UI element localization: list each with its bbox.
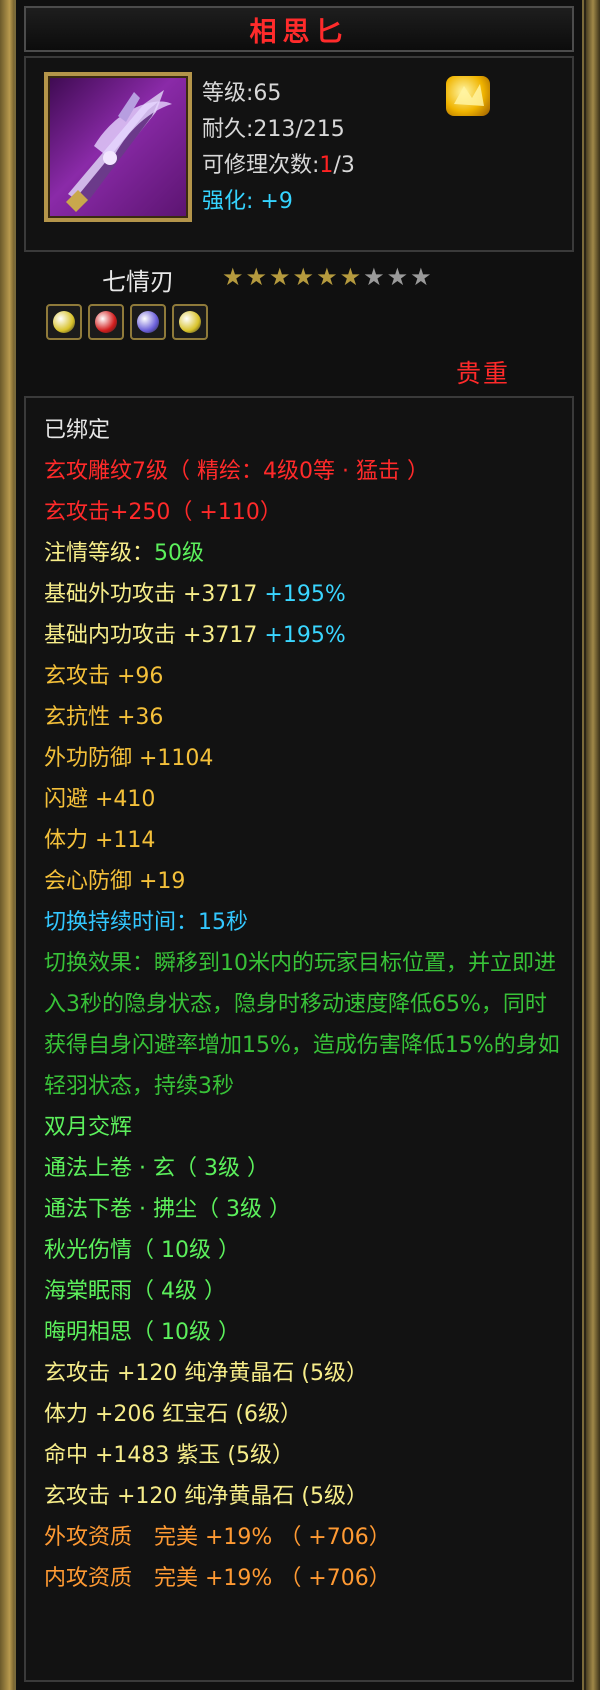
item-type-name: 七情刃 [102,268,174,296]
gem-stat: 玄攻击 +120 纯净黄晶石 (5级） [44,1484,368,1509]
base-outer-pct: +195% [264,582,346,607]
tooltip-title-bar: 相思匕 [24,6,574,52]
switch-effect: 切换效果：瞬移到10米内的玩家目标位置，并立即进入3秒的隐身状态，隐身时移动速度… [44,951,560,1099]
engrave-line: 玄攻雕纹7级（ 精绘：4级0等 · 猛击 ） [44,459,429,484]
star-filled-icon: ★ [245,263,268,291]
star-empty-icon: ★ [386,263,409,291]
repair-label: 可修理次数: [202,153,320,178]
item-header: 等级:65 耐久:213/215 可修理次数:1/3 强化: +9 [24,56,574,252]
quality-list: 外攻资质 完美 +19% （ +706） 内攻资质 完美 +19% （ +706） [44,1517,564,1599]
yellow-gem-icon[interactable] [46,304,82,340]
star-filled-icon: ★ [316,263,338,291]
set-name: 双月交辉 [44,1115,133,1140]
gem-stat: 命中 +1483 紫玉 (5级） [44,1443,294,1468]
repair-total: /3 [333,153,355,178]
stat-xuan-resist: 玄抗性 +36 [44,705,164,730]
star-filled-icon: ★ [269,263,291,291]
gem-slots [46,304,208,340]
switch-duration: 切换持续时间：15秒 [44,910,248,935]
weapon-icon [44,72,192,222]
set-item: 海棠眠雨（ 4级 ） [44,1279,226,1304]
star-rating: ★ ★ ★ ★ ★ ★ ★ ★ ★ [222,264,432,290]
star-empty-icon: ★ [363,263,385,291]
gem-stat: 玄攻击 +120 纯净黄晶石 (5级） [44,1361,368,1386]
stat-dodge: 闪避 +410 [44,787,156,812]
set-item: 秋光伤情（ 10级 ） [44,1238,240,1263]
stat-stamina: 体力 +114 [44,828,156,853]
set-item: 通法上卷 · 玄（ 3级 ） [44,1156,269,1181]
purple-gem-icon[interactable] [130,304,166,340]
repair-used: 1 [319,153,334,178]
gold-badge-icon [446,76,490,116]
item-info: 等级:65 耐久:213/215 可修理次数:1/3 强化: +9 [202,76,355,220]
devotion-label: 注情等级： [44,541,155,566]
star-filled-icon: ★ [339,263,362,291]
stat-xuan-attack: 玄攻击 +96 [44,664,164,689]
attribute-list: 已绑定 玄攻雕纹7级（ 精绘：4级0等 · 猛击 ） 玄攻击+250（ +110… [44,410,564,1599]
star-filled-icon: ★ [292,263,315,291]
stat-outer-defense: 外功防御 +1104 [44,746,214,771]
item-repair-count: 可修理次数:1/3 [202,148,355,184]
base-inner-attack: 基础内功攻击 +3717 +195% [44,615,564,656]
background-right-border [586,0,600,1690]
base-inner-pct: +195% [264,623,346,648]
attributes-box: 已绑定 玄攻雕纹7级（ 精绘：4级0等 · 猛击 ） 玄攻击+250（ +110… [24,396,574,1682]
item-durability: 耐久:213/215 [202,117,345,142]
base-outer-label: 基础外功攻击 +3717 [44,582,258,607]
devotion-level: 注情等级：50级 [44,533,564,574]
yellow-gem-icon[interactable] [172,304,208,340]
xuan-attack-bonus: 玄攻击+250（ +110） [44,500,282,525]
stat-crit-defense: 会心防御 +19 [44,869,186,894]
item-level: 等级:65 [202,81,282,106]
base-outer-attack: 基础外功攻击 +3717 +195% [44,574,564,615]
devotion-value: 50级 [154,541,205,566]
quality-line: 外攻资质 完美 +19% （ +706） [44,1525,391,1550]
bound-status: 已绑定 [44,418,111,443]
base-inner-label: 基础内功攻击 +3717 [44,623,258,648]
gem-stat: 体力 +206 红宝石 (6级） [44,1402,302,1427]
star-empty-icon: ★ [410,263,432,291]
enhance-label: 强化: [202,189,254,214]
set-item-list: 通法上卷 · 玄（ 3级 ） 通法下卷 · 拂尘（ 3级 ） 秋光伤情（ 10级 ）… [44,1148,564,1353]
gem-stat-list: 玄攻击 +120 纯净黄晶石 (5级） 体力 +206 红宝石 (6级） 命中 +1… [44,1353,564,1517]
star-filled-icon: ★ [222,263,244,291]
set-item: 通法下卷 · 拂尘（ 3级 ） [44,1197,291,1222]
item-tooltip-panel: 相思匕 等级:65 耐久:213/215 可修理次数:1/3 强化: +9 七情… [14,0,584,1690]
enhance-value: +9 [260,189,293,214]
item-title: 相思匕 [249,16,349,48]
rarity-label: 贵重 [455,359,510,388]
quality-line: 内攻资质 完美 +19% （ +706） [44,1566,391,1591]
red-gem-icon[interactable] [88,304,124,340]
item-enhance: 强化: +9 [202,184,355,220]
set-item: 晦明相思（ 10级 ） [44,1320,240,1345]
